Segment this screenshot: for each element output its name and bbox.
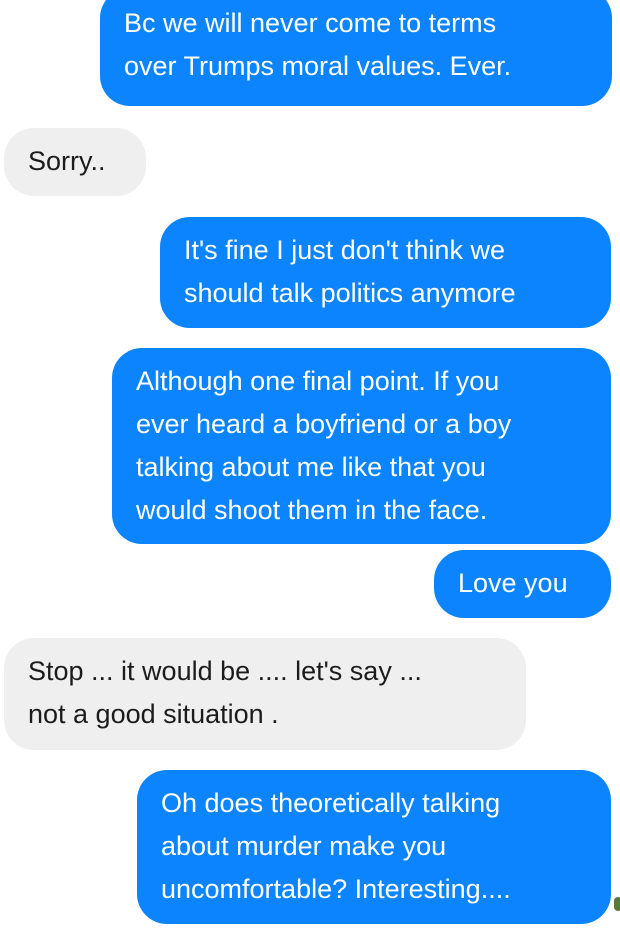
- message-text-line: ever heard a boyfriend or a boy: [136, 409, 512, 439]
- message-text-line: should talk politics anymore: [184, 278, 516, 308]
- sent-message-bubble[interactable]: Oh does theoretically talking about murd…: [137, 770, 611, 924]
- received-message-bubble[interactable]: Sorry..: [4, 128, 146, 196]
- message-text-line: Bc we will never come to terms: [124, 8, 497, 38]
- message-text-line: Although one final point. If you: [136, 366, 500, 396]
- message-text-line: Sorry..: [28, 146, 106, 176]
- read-receipt-avatar: [614, 897, 620, 911]
- message-text-line: Stop ... it would be .... let's say ...: [28, 656, 422, 686]
- message-text-line: uncomfortable? Interesting....: [161, 874, 511, 904]
- message-text-line: talking about me like that you: [136, 452, 486, 482]
- message-text-line: would shoot them in the face.: [136, 495, 488, 525]
- message-text-line: over Trumps moral values. Ever.: [124, 51, 512, 81]
- received-message-bubble[interactable]: Stop ... it would be .... let's say ... …: [4, 638, 526, 750]
- message-text-line: Oh does theoretically talking: [161, 788, 501, 818]
- sent-message-bubble[interactable]: It's fine I just don't think we should t…: [160, 217, 611, 328]
- sent-message-bubble[interactable]: Love you: [434, 550, 611, 618]
- message-text-line: It's fine I just don't think we: [184, 235, 505, 265]
- message-text-line: not a good situation .: [28, 699, 279, 729]
- message-thread: Bc we will never come to terms over Trum…: [0, 0, 620, 930]
- message-text-line: Love you: [458, 568, 568, 598]
- sent-message-bubble[interactable]: Although one final point. If you ever he…: [112, 348, 611, 544]
- message-text-line: about murder make you: [161, 831, 447, 861]
- sent-message-bubble[interactable]: Bc we will never come to terms over Trum…: [100, 0, 612, 106]
